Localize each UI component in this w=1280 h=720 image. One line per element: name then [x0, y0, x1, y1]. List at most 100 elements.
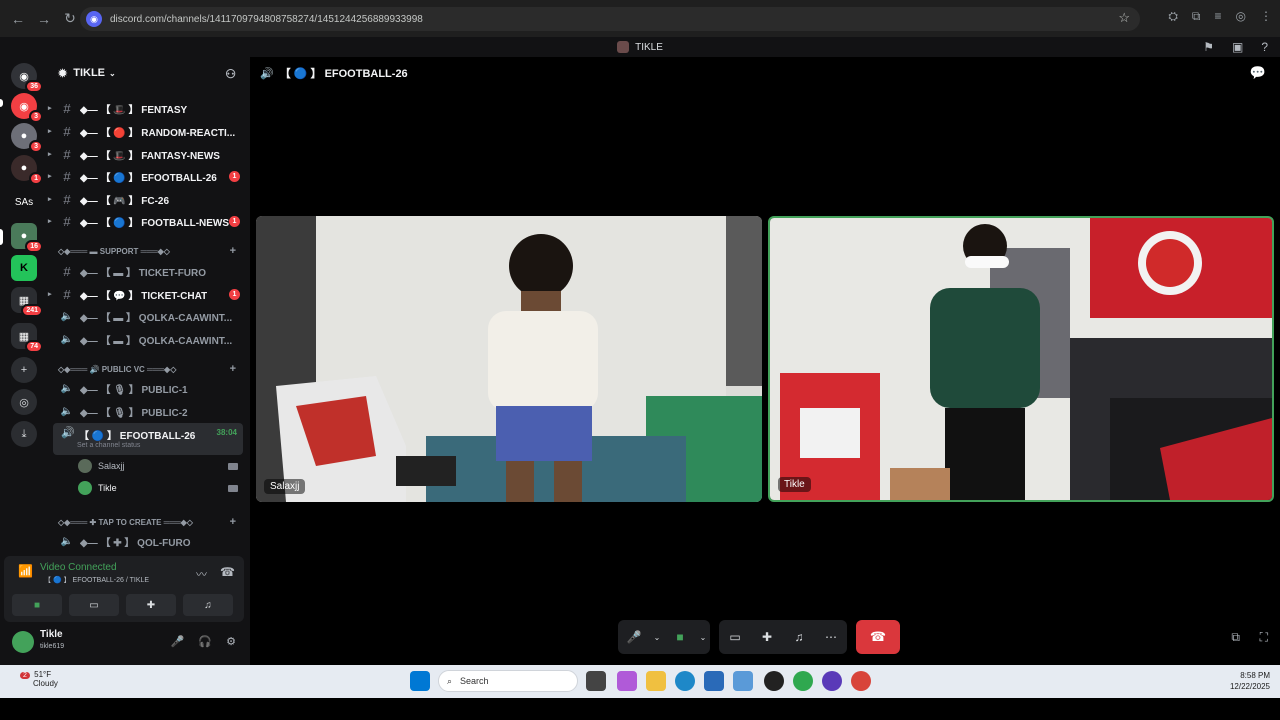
store-icon[interactable] [704, 671, 724, 691]
discover-icon[interactable]: ◎ [11, 389, 37, 415]
plus-icon[interactable]: + [230, 363, 236, 375]
inbox-icon[interactable]: ▣ [1232, 40, 1243, 54]
extension-icon[interactable]: ⛭ [1168, 9, 1178, 24]
voice-user-row[interactable]: Salaxjj [78, 457, 125, 475]
channel-status-hint[interactable]: Set a channel status [77, 442, 140, 449]
screen-share-icon[interactable]: ▭ [719, 620, 751, 654]
voice-user-row[interactable]: Tikle [78, 479, 117, 497]
channel-item[interactable]: ▸ # ◆— 【 🔴 】 RANDOM-REACTI... [48, 121, 250, 141]
avatar[interactable] [12, 631, 34, 653]
chevron-down-icon[interactable]: ⌄ [650, 620, 664, 654]
microphone-icon[interactable]: 🎤 [171, 635, 185, 648]
channel-item[interactable]: # ◆— 【 ▬ 】 TICKET-FURO [48, 261, 250, 281]
channel-item[interactable]: ▸ # ◆— 【 🎩 】 FANTASY-NEWS [48, 144, 250, 164]
popout-icon[interactable]: ⧉ [1231, 630, 1240, 645]
kick-icon[interactable]: K [11, 255, 37, 281]
channel-item[interactable]: ▸ # ◆— 【 🎮 】 FC-26 [48, 189, 250, 209]
signal-icon[interactable]: 📶 [18, 564, 33, 578]
voice-channel-item[interactable]: 🔈 ◆— 【 🎙 】 PUBLIC-2 [48, 401, 250, 421]
browser-toolbar: ← → ↻ ◉ discord.com/channels/14117097948… [0, 0, 1280, 37]
chrome-icon[interactable] [851, 671, 871, 691]
selected-pill [0, 229, 3, 245]
category-support[interactable]: ◇◆═══ ▬ SUPPORT ═══◆◇ + [58, 244, 244, 258]
microphone-icon[interactable]: 🎤 [618, 620, 650, 654]
chat-icon[interactable]: 💬 [1250, 65, 1266, 81]
server-icon[interactable]: ● 16 [11, 223, 43, 253]
direct-messages-icon[interactable]: ◉ 36 [11, 63, 43, 93]
disconnect-button[interactable]: ☎ [856, 620, 900, 654]
soundboard-button[interactable]: ♫ [183, 594, 233, 616]
voice-status[interactable]: Video Connected [40, 562, 117, 573]
channel-item[interactable]: ▸ # ◆— 【 💬 】 TICKET-CHAT 1 [48, 284, 250, 304]
menu-icon[interactable]: ⋮ [1260, 9, 1272, 24]
speaker-icon: 🔈 [60, 382, 74, 394]
chrome-icon[interactable] [793, 671, 813, 691]
disconnect-icon[interactable]: ☎ [220, 565, 235, 579]
server-icon-text[interactable]: SAs [11, 189, 37, 215]
bookmark-star-icon[interactable]: ☆ [1118, 10, 1130, 26]
system-clock[interactable]: 8:58 PM 12/22/2025 [1230, 670, 1270, 692]
active-voice-channel[interactable]: 🔊 【 🔵 】 EFOOTBALL-26 38:04 Set a channel… [53, 423, 243, 455]
weather-widget[interactable]: 2 51°F Cloudy [20, 670, 58, 688]
video-camera-icon[interactable]: ■ [664, 620, 696, 654]
chevron-down-icon[interactable]: ⌄ [696, 620, 710, 654]
reload-icon[interactable]: ↻ [58, 7, 82, 31]
fullscreen-icon[interactable]: ⛶ [1260, 630, 1268, 645]
soundboard-icon[interactable]: ♫ [783, 620, 815, 654]
file-explorer-icon[interactable] [646, 671, 666, 691]
server-icon[interactable]: ● 3 [11, 123, 43, 153]
download-icon[interactable]: ⤓ [11, 421, 37, 447]
task-view-icon[interactable] [586, 671, 606, 691]
voice-channel-path[interactable]: 【 🔵 】 EFOOTBALL-26 / TIKLE [44, 575, 149, 585]
category-public-vc[interactable]: ◇◆═══ 🔊 PUBLIC VC ═══◆◇ + [58, 362, 244, 376]
app-icon[interactable] [764, 671, 784, 691]
voice-channel-item[interactable]: 🔈 ◆— 【 ▬ 】 QOLKA-CAAWINT... [48, 306, 250, 326]
noise-suppression-icon[interactable]: 〰 [196, 566, 207, 582]
server-header[interactable]: ✹ TIKLE ⌄ ⚇ [48, 57, 250, 89]
channel-item[interactable]: ▸ # ◆— 【 🎩 】 FENTASY [48, 98, 250, 118]
address-bar[interactable]: ◉ discord.com/channels/14117097948087582… [80, 7, 1140, 31]
voice-channel-item[interactable]: 🔈 ◆— 【 ▬ 】 QOLKA-CAAWINT... [48, 329, 250, 349]
headphones-icon[interactable]: 🎧 [198, 635, 212, 648]
voice-channel-item[interactable]: 🔈 ◆— 【 ✚ 】 QOL-FURO [48, 531, 250, 551]
activities-button[interactable]: ✚ [126, 594, 176, 616]
server-icon[interactable]: ◉ 3 [11, 93, 43, 123]
puzzle-icon[interactable]: ⧉ [1192, 9, 1201, 24]
unread-pill [0, 99, 3, 107]
add-user-icon[interactable]: ⚇ [225, 67, 236, 81]
speaker-icon: 🔈 [60, 535, 74, 547]
profile-icon[interactable]: ◎ [1236, 9, 1246, 24]
more-options-icon[interactable]: ⋯ [815, 620, 847, 654]
add-server-icon[interactable]: + [11, 357, 37, 383]
notification-badge: 1 [29, 172, 43, 185]
plus-icon[interactable]: + [230, 245, 236, 257]
screen-share-button[interactable]: ▭ [69, 594, 119, 616]
help-icon[interactable]: ? [1261, 40, 1268, 54]
taskbar-search[interactable]: ⌕ Search [438, 670, 578, 692]
voice-channel-item[interactable]: 🔈 ◆— 【 🎙 】 PUBLIC-1 [48, 378, 250, 398]
back-icon[interactable]: ← [6, 7, 30, 31]
video-tile[interactable]: Salaxjj [256, 216, 762, 502]
activities-icon[interactable]: ✚ [751, 620, 783, 654]
app-icon[interactable] [822, 671, 842, 691]
copilot-icon[interactable] [617, 671, 637, 691]
flag-icon[interactable]: ⚑ [1203, 40, 1214, 54]
media-icon[interactable]: ≡ [1215, 9, 1222, 24]
channel-item[interactable]: ▸ # ◆— 【 🔵 】 EFOOTBALL-26 1 [48, 166, 250, 186]
windows-start-icon[interactable] [410, 671, 430, 691]
server-folder-icon[interactable]: ▦ 74 [11, 323, 43, 353]
category-tap-to-create[interactable]: ◇◆═══ ✚ TAP TO CREATE ═══◆◇ + [58, 515, 244, 529]
user-name[interactable]: Tikle [40, 629, 63, 640]
plus-icon[interactable]: + [230, 516, 236, 528]
server-icon[interactable]: ● 1 [11, 155, 43, 185]
server-folder-icon[interactable]: ▦ 241 [11, 287, 43, 317]
forward-icon[interactable]: → [32, 7, 56, 31]
voice-stage: 🔊 【 🔵 】 EFOOTBALL-26 💬 Salaxjj Tikle 🎤 ⌄… [250, 57, 1280, 665]
channel-item[interactable]: ▸ # ◆— 【 🔵 】 FOOTBALL-NEWS 1 [48, 211, 250, 231]
edge-icon[interactable] [675, 671, 695, 691]
gear-icon[interactable]: ⚙ [226, 635, 236, 648]
mail-icon[interactable] [733, 671, 753, 691]
extension-icons: ⛭ ⧉ ≡ ◎ ⋮ [1168, 9, 1272, 24]
camera-button[interactable]: ■ [12, 594, 62, 616]
video-tile-speaking[interactable]: Tikle [768, 216, 1274, 502]
